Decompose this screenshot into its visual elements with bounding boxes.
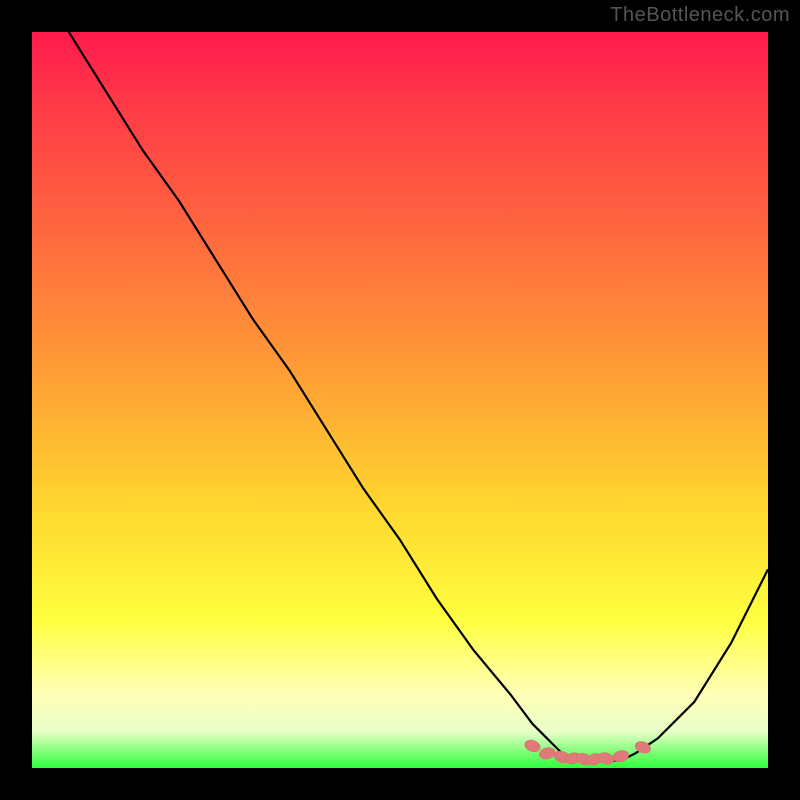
chart-svg: [32, 32, 768, 768]
marker-dot: [523, 738, 542, 754]
watermark-text: TheBottleneck.com: [610, 4, 790, 27]
chart-frame: TheBottleneck.com: [0, 0, 800, 800]
marker-dot: [538, 746, 556, 761]
plot-area: [32, 32, 768, 768]
optimal-zone-markers: [523, 738, 652, 767]
marker-dot: [597, 751, 616, 767]
bottleneck-curve: [69, 32, 768, 761]
